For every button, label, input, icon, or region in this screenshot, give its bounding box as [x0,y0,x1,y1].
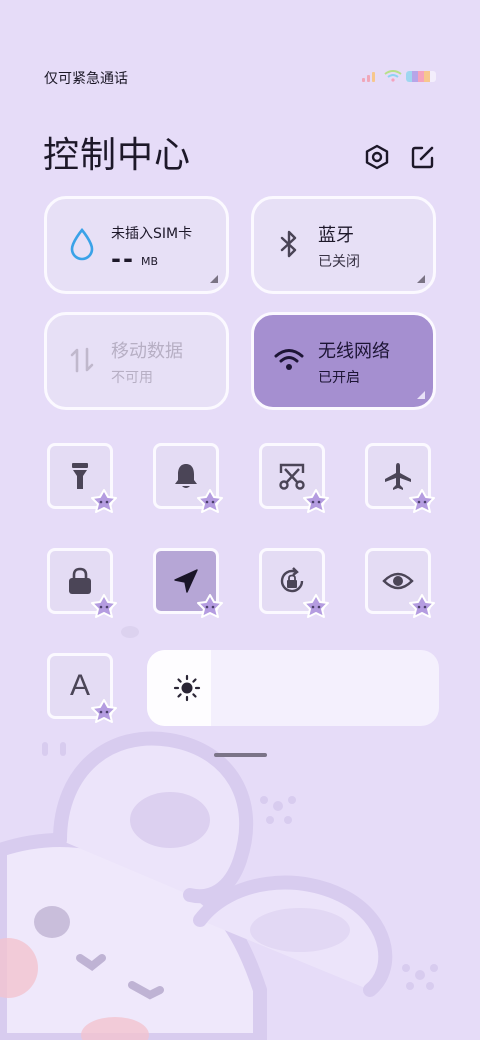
expand-corner-icon[interactable] [417,275,425,283]
flashlight-toggle[interactable] [47,443,117,513]
battery-icon [406,71,436,82]
bunny-sticker-icon [91,699,117,723]
edit-button[interactable] [408,142,438,172]
airplane-toggle[interactable] [365,443,435,513]
sim-title: 未插入SIM卡 [111,226,193,242]
sim-data-tile[interactable]: 未插入SIM卡 -- MB [44,196,229,294]
bunny-sticker-icon [197,489,223,513]
mobile-data-status: 不可用 [111,370,153,386]
bunny-sticker-icon [409,594,435,618]
wifi-title: 无线网络 [318,341,390,362]
bunny-sticker-icon [91,489,117,513]
sound-toggle[interactable] [153,443,223,513]
signal-icon [362,70,380,82]
data-usage-value: -- [111,245,135,273]
eye-comfort-toggle[interactable] [365,548,435,618]
page-title: 控制中心 [43,135,192,176]
expand-corner-icon[interactable] [417,391,425,399]
data-arrows-icon [65,343,99,377]
brightness-slider[interactable] [147,650,439,726]
bluetooth-status: 已关闭 [318,254,360,270]
font-a-label: A [69,669,90,702]
font-toggle[interactable]: A [47,653,117,723]
status-bar: 仅可紧急通话 [0,60,480,92]
mobile-data-tile[interactable]: 移动数据 不可用 [44,312,229,410]
bunny-sticker-icon [409,489,435,513]
status-icons [362,70,442,84]
settings-button[interactable] [362,142,392,172]
screenshot-toggle[interactable] [259,443,329,513]
expand-corner-icon[interactable] [210,275,218,283]
wifi-status-icon [384,70,402,82]
location-toggle[interactable] [153,548,223,618]
sun-icon [173,674,201,702]
wifi-tile[interactable]: 无线网络 已开启 [251,312,436,410]
bunny-sticker-icon [303,489,329,513]
bunny-sticker-icon [91,594,117,618]
edit-icon [411,146,434,169]
bunny-sticker-icon [303,594,329,618]
mobile-data-title: 移动数据 [111,341,183,362]
bluetooth-tile[interactable]: 蓝牙 已关闭 [251,196,436,294]
bluetooth-title: 蓝牙 [318,225,354,246]
wifi-icon [272,343,306,377]
bunny-sticker-icon [197,594,223,618]
rotation-lock-toggle[interactable] [259,548,329,618]
hexagon-settings-icon [365,144,389,170]
drag-handle[interactable] [214,753,267,757]
wifi-status: 已开启 [318,370,360,386]
bluetooth-icon [272,227,306,261]
water-drop-icon [65,227,99,261]
lock-toggle[interactable] [47,548,117,618]
status-text: 仅可紧急通话 [44,71,128,87]
data-usage-unit: MB [141,255,159,268]
